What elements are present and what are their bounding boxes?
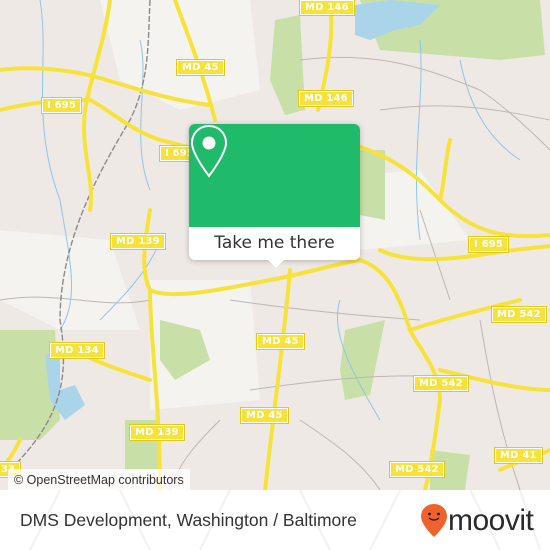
- road-shield-md146: MD 146: [298, 90, 354, 107]
- road-shield-md542: MD 542: [389, 461, 445, 478]
- footer-bar: DMS Development, Washington / Baltimore …: [0, 490, 550, 550]
- park-area: [360, 150, 385, 220]
- road-shield-md134: MD 134: [49, 342, 105, 359]
- road-shield-i695: I 695: [40, 97, 83, 114]
- road-shield-md542: MD 542: [413, 375, 469, 392]
- road-shield-md139: MD 139: [110, 233, 166, 250]
- location-pin-icon: [190, 124, 228, 178]
- road-shield-md146: MD 146: [299, 0, 355, 16]
- road-shield-md45: MD 45: [256, 333, 305, 350]
- road-shield-md45: MD 45: [240, 407, 289, 424]
- popup-pointer: [267, 259, 285, 268]
- take-me-there-button[interactable]: Take me there: [189, 227, 360, 260]
- road-shield-md41: MD 41: [494, 447, 543, 464]
- location-popup: Take me there: [189, 124, 360, 268]
- place-title: DMS Development, Washington / Baltimore: [20, 510, 357, 530]
- popup-header: [189, 124, 360, 227]
- road-shield-i695: I 695: [467, 236, 510, 253]
- road-shield-md45: MD 45: [176, 59, 225, 76]
- road-shield-md542: MD 542: [491, 306, 547, 323]
- moovit-smiley-pin-icon: [421, 504, 447, 537]
- map-attribution[interactable]: © OpenStreetMap contributors: [8, 469, 190, 490]
- map-view[interactable]: MD 146 MD 45 MD 146 I 695 I 695 I 695 MD…: [0, 0, 550, 490]
- road-shield-md139: MD 139: [129, 424, 185, 441]
- moovit-wordmark: moovit: [448, 504, 534, 537]
